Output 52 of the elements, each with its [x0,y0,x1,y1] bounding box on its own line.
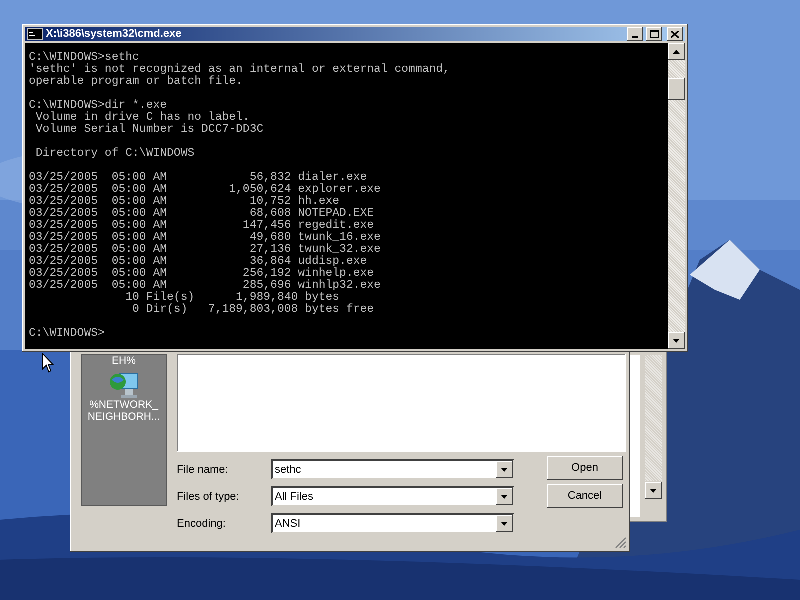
network-computer-icon [110,373,138,399]
console-line: 10 File(s) 1,989,840 bytes [124,292,340,304]
minimize-button[interactable] [627,27,643,41]
console-line: operable program or batch file. [29,76,243,88]
dropdown-field[interactable]: sethc [271,459,515,480]
dropdown-field[interactable]: All Files [271,486,515,507]
close-icon [671,30,679,38]
scroll-down-button[interactable] [668,332,685,349]
down-arrow-icon [501,522,508,526]
scroll-thumb[interactable] [668,78,685,100]
up-arrow-icon [673,50,680,54]
console-line: 03/25/2005 05:00 AM 56,832 dialer.exe [29,172,368,184]
console-line: 03/25/2005 05:00 AM 36,864 uddisp.exe [29,256,368,268]
console-line: 'sethc' is not recognized as an internal or external command, [29,64,450,76]
console-line: 03/25/2005 05:00 AM 10,752 hh.exe [29,196,340,208]
console-line: C:\WINDOWS>sethc [29,52,140,64]
console-line: 03/25/2005 05:00 AM 27,136 twunk_32.exe [29,244,381,256]
maximize-button[interactable] [646,27,662,41]
down-arrow-icon [673,338,680,342]
resize-grip-icon[interactable] [615,537,627,549]
cancel-button[interactable]: Cancel [547,484,623,508]
console-line: Volume Serial Number is DCC7-DD3C [34,124,264,136]
down-arrow-icon [501,494,508,498]
console-line: C:\WINDOWS> [29,328,105,340]
maximize-icon [650,30,658,38]
place-label[interactable]: EH% [82,355,166,367]
field-label: Files of type: [177,490,240,502]
down-arrow-icon [501,468,508,472]
console-line: C:\WINDOWS>dir *.exe [29,100,168,112]
console-line: 03/25/2005 05:00 AM 1,050,624 explorer.exe [29,184,381,196]
dropdown-field[interactable]: ANSI [271,513,515,534]
console-line: 03/25/2005 05:00 AM 49,680 twunk_16.exe [29,232,381,244]
console-line: 03/25/2005 05:00 AM 68,608 NOTEPAD.EXE [29,208,374,220]
console-line: Directory of C:\WINDOWS [34,148,195,160]
console-line: Volume in drive C has no label. [34,112,250,124]
down-arrow-icon [650,488,657,492]
console-line: 03/25/2005 05:00 AM 147,456 regedit.exe [29,220,374,232]
console-line: 03/25/2005 05:00 AM 256,192 winhelp.exe [29,268,374,280]
scrollbar[interactable] [645,355,662,481]
window-title: X:\i386\system32\cmd.exe [46,28,183,40]
scroll-up-button[interactable] [668,43,685,60]
close-button[interactable] [667,27,683,41]
scrollbar[interactable] [668,43,685,349]
scroll-down-button[interactable] [645,482,662,499]
place-label[interactable]: %NETWORK_ NEIGHBORH... [82,399,166,423]
console-line: 0 Dir(s) 7,189,803,008 bytes free [132,304,374,316]
console-icon [27,28,43,40]
console-line: 03/25/2005 05:00 AM 285,696 winhlp32.exe [29,280,381,292]
minimize-icon [632,36,638,38]
open-button[interactable]: Open [547,456,623,480]
field-label: Encoding: [177,518,227,530]
field-label: File name: [177,464,230,476]
